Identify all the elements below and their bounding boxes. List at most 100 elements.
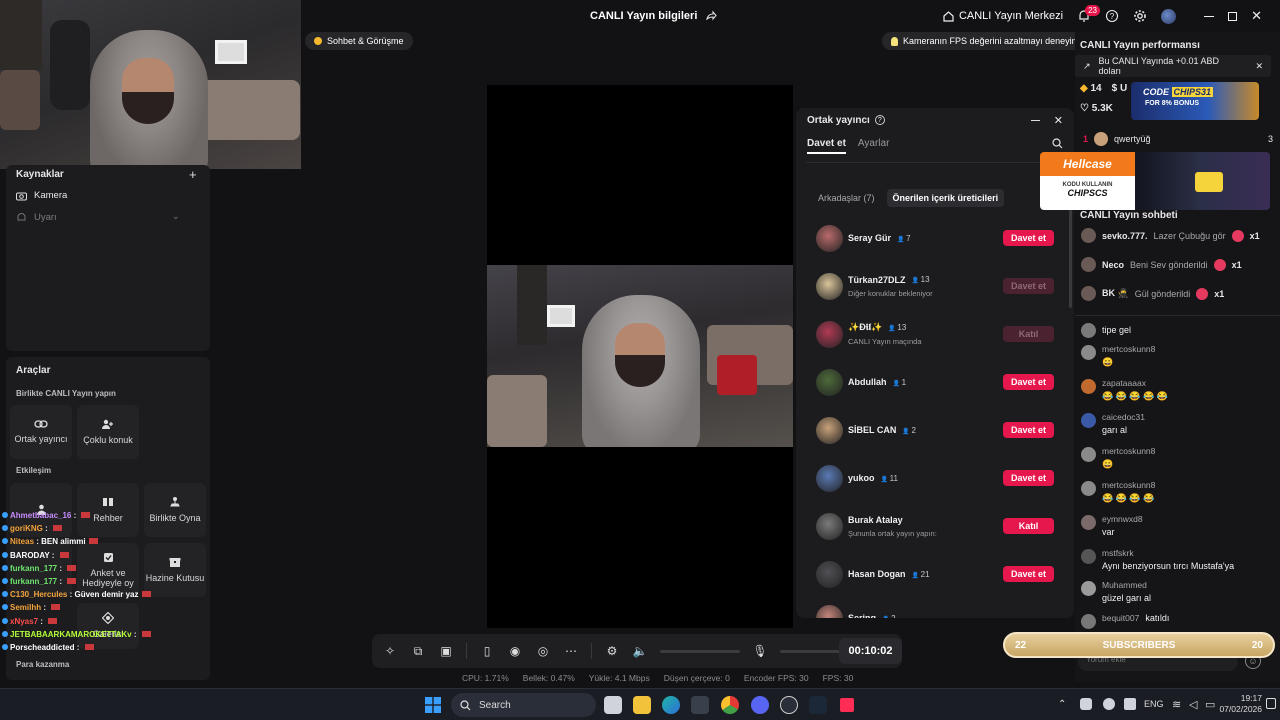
gift-icon (1196, 287, 1209, 300)
avatar[interactable] (816, 560, 843, 588)
adjust-icon[interactable]: ⚙ (604, 643, 620, 659)
speaker-icon[interactable]: 🔈 (632, 643, 648, 659)
invite-button[interactable]: Davet et (1003, 422, 1054, 438)
volume-slider[interactable] (660, 649, 740, 653)
picture-frame (215, 40, 247, 64)
avatar[interactable] (816, 224, 843, 252)
app-icon[interactable] (691, 696, 709, 714)
invite-button[interactable]: Davet et (1003, 566, 1054, 582)
task-view-icon[interactable] (604, 696, 622, 714)
phone-icon[interactable]: ▯ (479, 643, 495, 659)
avatar[interactable] (816, 512, 843, 540)
avatar[interactable] (1081, 413, 1096, 428)
notification-button[interactable]: 23 (1077, 5, 1100, 23)
join-button[interactable]: Katıl (1003, 518, 1054, 534)
multi-guest-button[interactable]: Çoklu konuk (77, 405, 139, 459)
settings-gear-icon[interactable] (1133, 9, 1147, 23)
layout-icon[interactable]: ▣ (438, 643, 454, 659)
chat-message-body: mertcoskunn8 😂 😂 😂 😂 (1102, 480, 1155, 504)
battery-icon[interactable]: ▭ (1205, 698, 1215, 711)
chat-message: zapataaaax 😂 😂 😂 😂 😂 (1081, 378, 1276, 402)
invite-button[interactable]: Davet et (1003, 278, 1054, 294)
app-icon[interactable] (780, 696, 798, 714)
steam-icon[interactable] (809, 696, 827, 714)
add-source-icon[interactable]: + (189, 167, 197, 182)
taskbar-clock[interactable]: 19:17 07/02/2026 (1216, 693, 1262, 715)
microphone-icon[interactable]: 🎙 (752, 643, 768, 659)
chrome-icon[interactable] (721, 696, 739, 714)
subtab-friends[interactable]: Arkadaşlar (7) (812, 189, 881, 207)
close-icon[interactable]: ✕ (1255, 61, 1263, 72)
chips-sponsor-banner[interactable]: CODE CHIPS31 FOR 8% BONUS (1131, 82, 1259, 120)
invite-button[interactable]: Davet et (1003, 470, 1054, 486)
avatar[interactable] (1081, 549, 1096, 564)
file-explorer-icon[interactable] (633, 696, 651, 714)
avatar[interactable] (816, 368, 843, 396)
close-icon[interactable]: ✕ (1054, 114, 1063, 127)
edge-icon[interactable] (662, 696, 680, 714)
chevron-down-icon[interactable]: ⌄ (172, 211, 180, 222)
magic-wand-icon[interactable]: ✧ (382, 643, 398, 659)
wifi-icon[interactable]: ≋ (1172, 698, 1181, 711)
avatar[interactable] (816, 320, 843, 348)
multi-guest-label: Çoklu konuk (83, 434, 133, 445)
subtab-suggested[interactable]: Önerilen içerik üreticileri (886, 189, 1005, 207)
avatar[interactable] (816, 416, 843, 444)
tab-settings[interactable]: Ayarlar (858, 138, 890, 154)
invite-button[interactable]: Davet et (1003, 230, 1054, 246)
effects-icon[interactable]: ⧉ (410, 643, 426, 659)
live-info-title[interactable]: CANLI Yayın bilgileri (590, 10, 718, 22)
user-badge-icon (2, 538, 8, 545)
stream-timer: 00:10:02 (839, 638, 902, 664)
language-indicator[interactable]: ENG (1144, 699, 1164, 709)
viewer-count-value: 11 (889, 473, 898, 483)
avatar[interactable] (816, 272, 843, 300)
more-icon[interactable]: ⋯ (563, 643, 579, 659)
avatar[interactable] (816, 464, 843, 492)
avatar[interactable] (1161, 8, 1177, 24)
tab-invite[interactable]: Davet et (807, 138, 846, 154)
source-alert[interactable]: Uyarı (16, 212, 57, 223)
notification-center-icon[interactable] (1266, 698, 1276, 709)
chevron-up-icon[interactable]: ⌃ (1058, 699, 1066, 710)
tray-icon[interactable] (1124, 698, 1136, 710)
discord-icon[interactable] (751, 696, 769, 714)
user-badge-icon (2, 564, 8, 571)
maximize-icon[interactable] (1228, 11, 1238, 21)
speaker-icon[interactable]: ◁ (1189, 698, 1197, 711)
avatar[interactable] (1081, 614, 1096, 629)
info-icon[interactable]: ? (874, 115, 885, 125)
taskbar-search[interactable]: Search (451, 693, 596, 717)
tiktok-live-icon[interactable] (838, 696, 856, 714)
chat-call-pill[interactable]: Sohbet & Görüşme (305, 32, 413, 50)
source-camera[interactable]: Kamera (16, 190, 67, 201)
tray-icon[interactable] (1103, 698, 1115, 710)
separator: : (74, 643, 82, 653)
close-icon[interactable]: ✕ (1251, 8, 1262, 24)
live-center-button[interactable]: CANLI Yayın Merkezi (942, 10, 1063, 23)
minimize-icon[interactable] (1204, 15, 1215, 17)
avatar[interactable] (1081, 515, 1096, 530)
discord-tray-icon[interactable] (1080, 698, 1092, 710)
share-icon[interactable] (705, 10, 718, 22)
windows-start-icon[interactable] (425, 697, 441, 713)
minimize-icon[interactable] (1030, 119, 1040, 121)
help-icon[interactable]: ? (1105, 9, 1119, 23)
avatar[interactable] (1081, 345, 1096, 360)
avatar[interactable] (1081, 581, 1096, 596)
join-button[interactable]: Katıl (1003, 326, 1054, 342)
invite-button[interactable]: Davet et (1003, 374, 1054, 390)
chat-overlay-user: furkann_177 (10, 563, 58, 573)
record-icon[interactable]: ◉ (507, 643, 523, 659)
cohost-tool-button[interactable]: Ortak yayıncı (10, 405, 72, 459)
chat-user: bequit007 (1102, 613, 1140, 623)
camera-toggle-icon[interactable]: ◎ (535, 643, 551, 659)
fps-tip-pill[interactable]: Kameranın FPS değerini azaltmayı deneyin (882, 32, 1086, 50)
avatar[interactable] (1081, 323, 1096, 338)
avatar[interactable] (1081, 447, 1096, 462)
avatar[interactable] (816, 604, 843, 618)
gift-multiplier: x1 (1214, 288, 1225, 299)
hellcase-sponsor-banner[interactable]: Hellcase KODU KULLANIN CHIPSCS (1040, 152, 1270, 210)
avatar[interactable] (1081, 379, 1096, 394)
avatar[interactable] (1081, 481, 1096, 496)
